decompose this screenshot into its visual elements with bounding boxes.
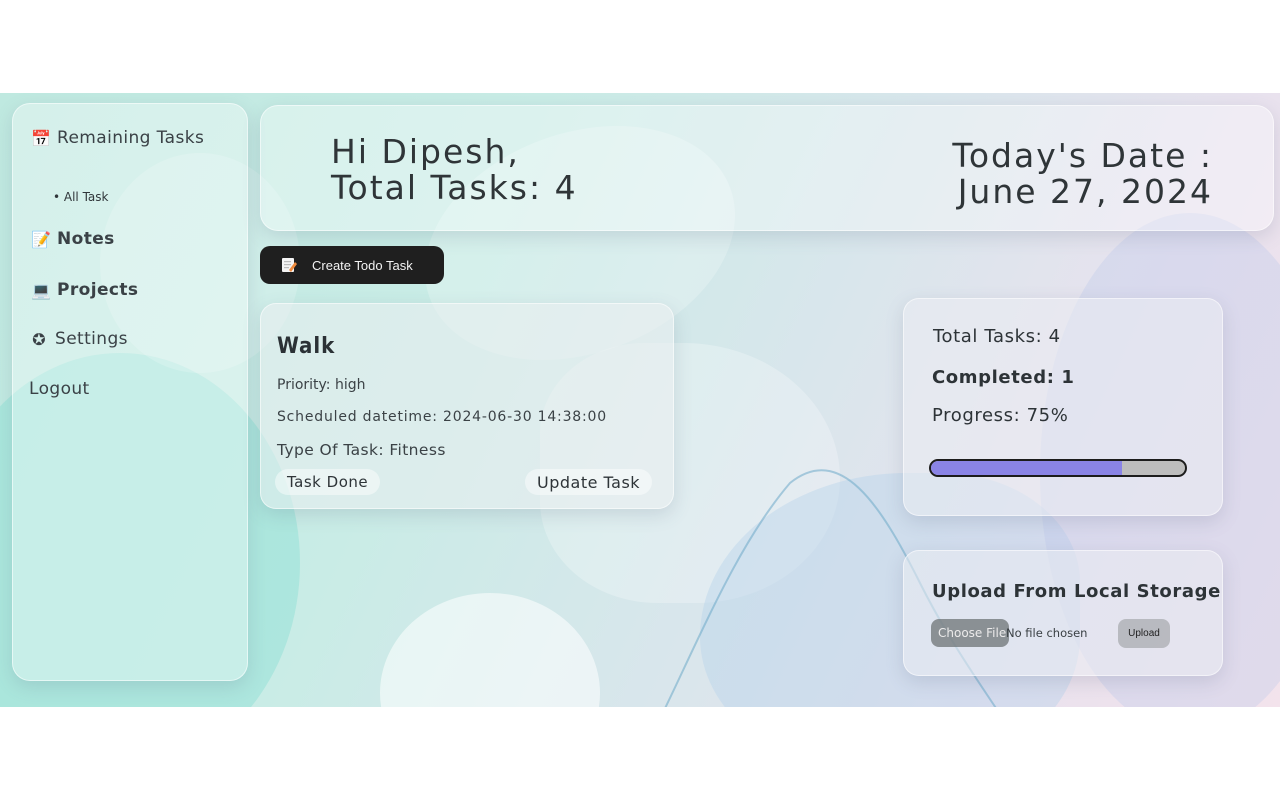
- stats-progress-text: Progress: 75%: [932, 405, 1069, 426]
- sidebar-item-label: Logout: [29, 379, 90, 399]
- sidebar-item-notes[interactable]: 📝 Notes: [31, 229, 115, 249]
- sidebar: 📅 Remaining Tasks • All Task 📝 Notes 💻 P…: [12, 103, 248, 681]
- calendar-icon: 📅: [31, 128, 51, 148]
- sidebar-item-remaining-tasks[interactable]: 📅 Remaining Tasks: [31, 128, 204, 148]
- task-priority: Priority: high: [277, 377, 366, 393]
- sidebar-item-projects[interactable]: 💻 Projects: [31, 280, 138, 300]
- task-type: Type Of Task: Fitness: [277, 441, 446, 459]
- task-card: Walk Priority: high Scheduled datetime: …: [260, 303, 674, 509]
- date-label: Today's Date :: [952, 136, 1213, 175]
- task-title: Walk: [277, 334, 336, 359]
- sidebar-item-settings[interactable]: ✪ Settings: [29, 329, 128, 349]
- date-value: June 27, 2024: [957, 172, 1213, 211]
- upload-card: Upload From Local Storage Choose File No…: [903, 550, 1223, 676]
- no-file-chosen-text: No file chosen: [1006, 626, 1088, 640]
- sidebar-item-label: Settings: [55, 329, 128, 349]
- header-total-tasks: Total Tasks: 4: [331, 168, 578, 207]
- create-todo-task-label: Create Todo Task: [312, 257, 413, 273]
- update-task-button[interactable]: Update Task: [525, 469, 653, 495]
- greeting-name: Hi Dipesh,: [331, 132, 520, 171]
- task-scheduled-datetime: Scheduled datetime: 2024-06-30 14:38:00: [277, 409, 607, 425]
- task-done-button[interactable]: Task Done: [275, 469, 381, 495]
- greeting-text: Hi Dipesh, Total Tasks: 4: [331, 134, 578, 206]
- header-panel: Hi Dipesh, Total Tasks: 4 Today's Date :…: [260, 105, 1274, 231]
- star-circle-icon: ✪: [32, 329, 46, 349]
- memo-icon: [280, 256, 298, 274]
- progress-bar: [929, 459, 1187, 477]
- date-display: Today's Date : June 27, 2024: [952, 138, 1213, 210]
- stats-total-tasks: Total Tasks: 4: [933, 326, 1061, 347]
- progress-card: Total Tasks: 4 Completed: 1 Progress: 75…: [903, 298, 1223, 516]
- upload-button[interactable]: Upload: [1118, 619, 1170, 648]
- sidebar-item-label: Notes: [57, 229, 115, 249]
- sidebar-subitem-all-task[interactable]: • All Task: [53, 190, 108, 204]
- progress-bar-fill: [931, 461, 1122, 475]
- memo-icon: 📝: [31, 229, 51, 249]
- create-todo-task-button[interactable]: Create Todo Task: [260, 246, 444, 284]
- sidebar-item-logout[interactable]: Logout: [29, 379, 90, 399]
- sidebar-item-label: Projects: [57, 280, 139, 300]
- upload-title: Upload From Local Storage: [932, 581, 1221, 602]
- app-background: 📅 Remaining Tasks • All Task 📝 Notes 💻 P…: [0, 93, 1280, 707]
- sidebar-item-label: Remaining Tasks: [57, 128, 205, 148]
- background-blob: [380, 593, 600, 707]
- computer-icon: 💻: [31, 280, 51, 300]
- choose-file-button[interactable]: Choose File: [931, 619, 1009, 647]
- stats-completed: Completed: 1: [932, 367, 1075, 388]
